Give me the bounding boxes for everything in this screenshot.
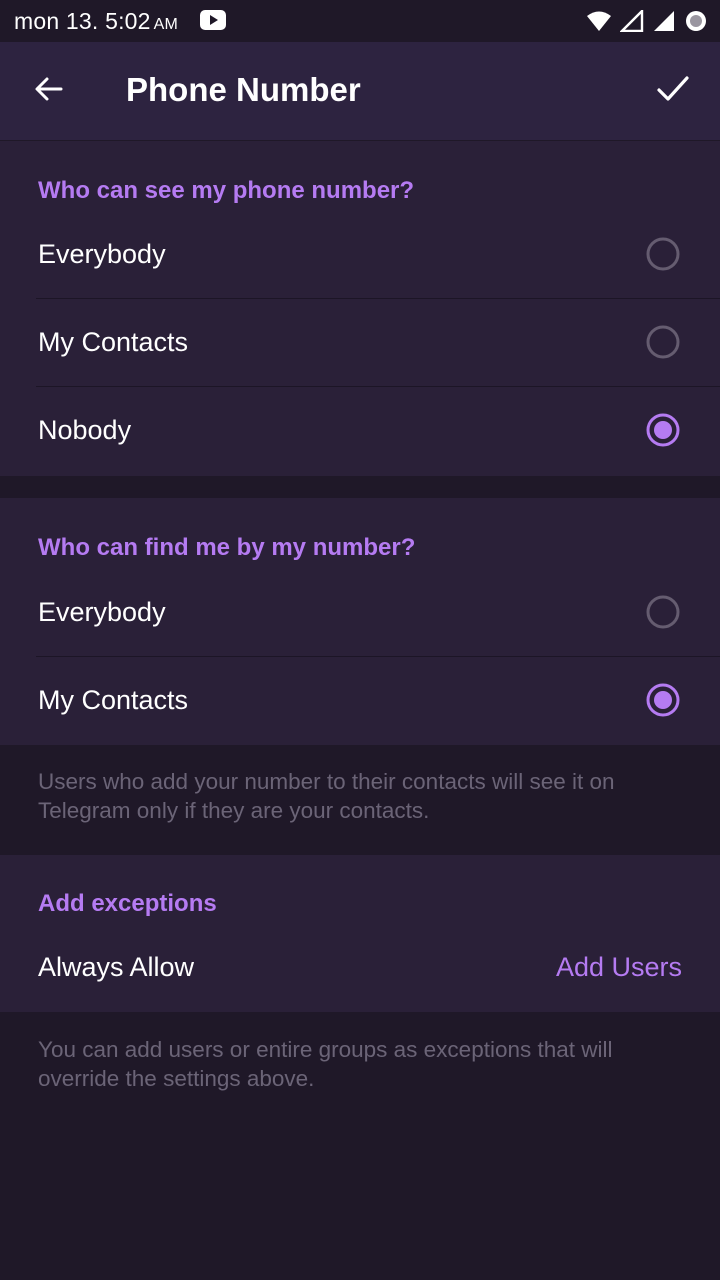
signal-icon-2	[652, 10, 676, 37]
status-time-text: mon 13. 5:02	[14, 8, 151, 34]
page-title: Phone Number	[126, 71, 361, 108]
done-button[interactable]	[648, 66, 698, 116]
exceptions-hint: You can add users or entire groups as ex…	[38, 1037, 613, 1091]
find-number-section: Who can find me by my number? Everybody …	[0, 498, 720, 745]
signal-icon	[619, 8, 644, 37]
radio-checked-icon[interactable]	[646, 413, 680, 447]
status-time: mon 13. 5:02 AM	[14, 8, 178, 35]
option-label: My Contacts	[38, 327, 189, 357]
see-option-my-contacts[interactable]: My Contacts	[0, 299, 720, 387]
exceptions-section: Add exceptions Always Allow Add Users	[0, 855, 720, 1012]
see-option-everybody[interactable]: Everybody	[0, 211, 720, 299]
checkmark-icon	[656, 74, 690, 109]
always-allow-row[interactable]: Always Allow Add Users	[0, 924, 720, 1012]
option-label: Everybody	[38, 239, 166, 269]
find-number-hint: Users who add your number to their conta…	[38, 769, 615, 823]
find-option-everybody[interactable]: Everybody	[0, 569, 720, 657]
option-label: Nobody	[38, 415, 132, 445]
wifi-icon	[586, 10, 612, 37]
radio-unchecked-icon[interactable]	[646, 595, 680, 629]
find-option-my-contacts[interactable]: My Contacts	[0, 657, 720, 745]
option-label: Everybody	[38, 597, 166, 627]
arrow-left-icon	[33, 73, 65, 110]
status-bar: mon 13. 5:02 AM	[0, 0, 720, 42]
radio-unchecked-icon[interactable]	[646, 237, 680, 271]
youtube-notification-icon	[200, 9, 226, 36]
toolbar: Phone Number	[0, 42, 720, 140]
battery-icon	[684, 9, 708, 38]
see-number-section: Who can see my phone number? Everybody M…	[0, 141, 720, 476]
always-allow-label: Always Allow	[38, 952, 195, 982]
status-ampm: AM	[153, 16, 179, 33]
exceptions-header: Add exceptions	[38, 890, 217, 917]
see-number-header: Who can see my phone number?	[38, 177, 415, 204]
radio-checked-icon[interactable]	[646, 683, 680, 717]
find-number-header: Who can find me by my number?	[38, 534, 416, 561]
radio-unchecked-icon[interactable]	[646, 325, 680, 359]
status-icons	[586, 8, 708, 38]
option-label: My Contacts	[38, 685, 189, 715]
see-option-nobody[interactable]: Nobody	[0, 387, 720, 475]
add-users-button[interactable]: Add Users	[556, 952, 682, 983]
back-button[interactable]	[24, 66, 74, 116]
